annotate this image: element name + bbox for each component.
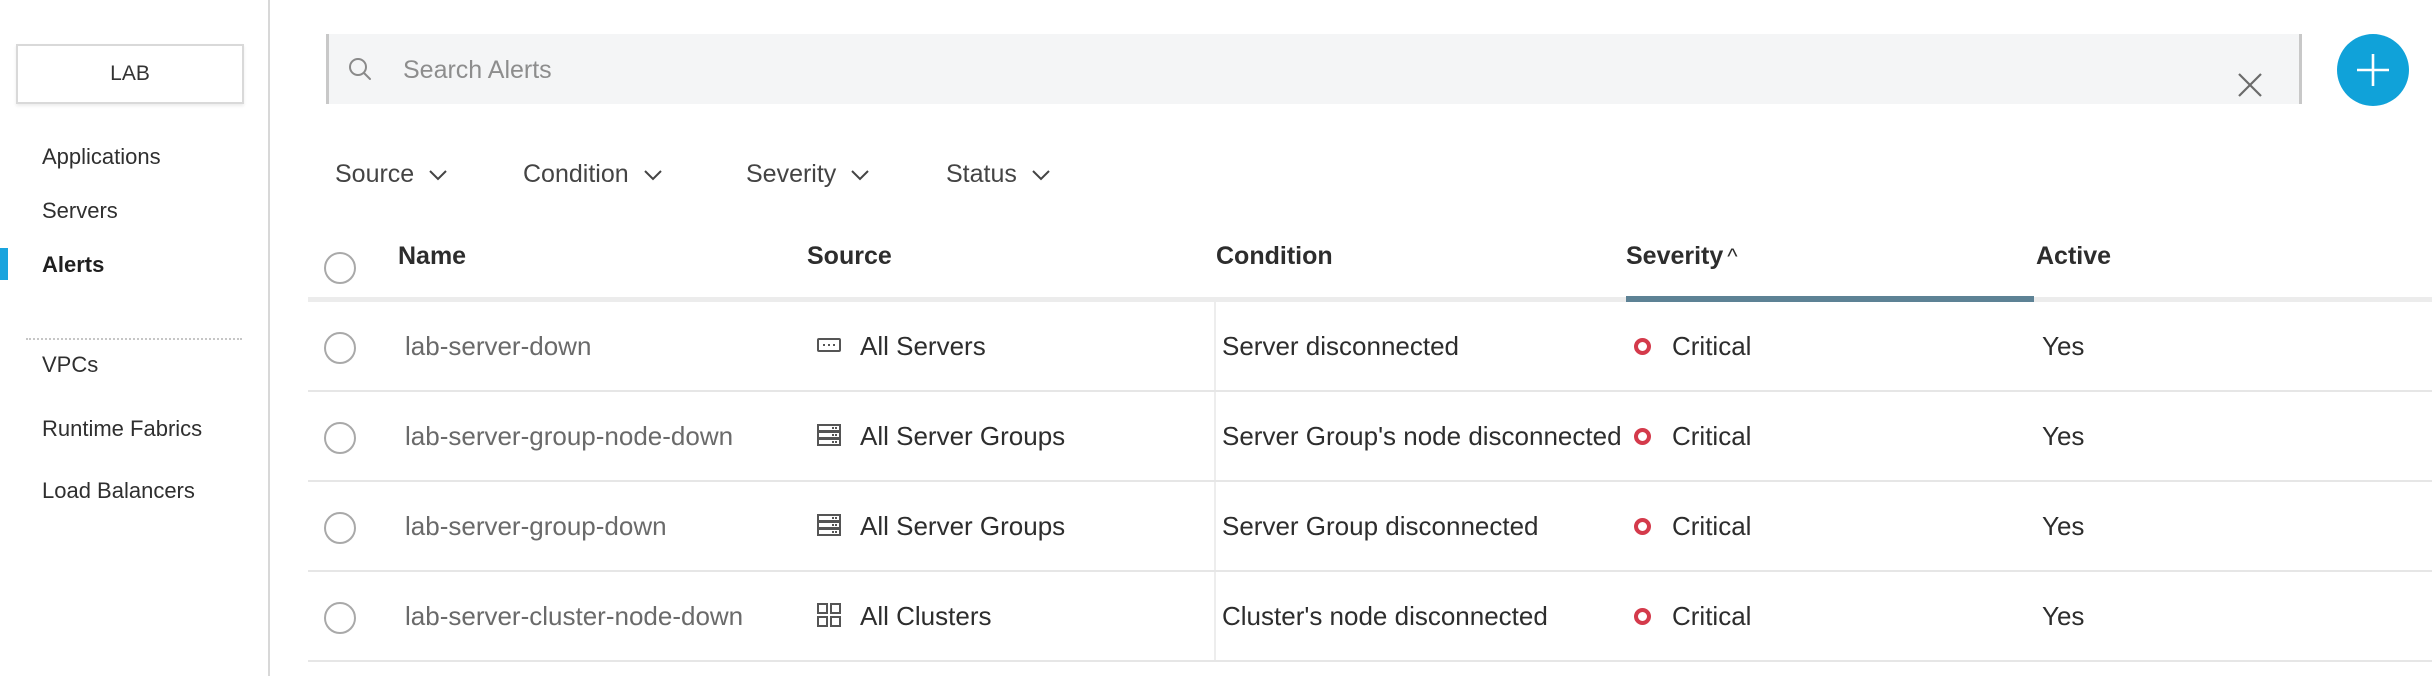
filter-status-label: Status — [946, 160, 1017, 188]
alert-source: All Clusters — [860, 601, 992, 631]
chevron-down-icon — [429, 169, 447, 180]
alert-severity: Critical — [1672, 421, 1752, 451]
sidebar-item-servers[interactable]: Servers — [42, 198, 118, 224]
sidebar-item-applications[interactable]: Applications — [42, 144, 161, 170]
alert-condition: Server Group's node disconnected — [1222, 421, 1622, 451]
table-row[interactable]: lab-server-cluster-node-down All Cluster… — [308, 572, 2432, 662]
search-icon — [349, 58, 371, 80]
table-row[interactable]: lab-server-down All Servers Server disco… — [308, 302, 2432, 392]
alert-name[interactable]: lab-server-group-down — [405, 482, 667, 570]
plus-icon — [2357, 54, 2389, 86]
sidebar-item-runtime-fabrics[interactable]: Runtime Fabrics — [42, 416, 202, 442]
cluster-icon — [817, 603, 841, 627]
environment-selector[interactable]: LAB — [16, 44, 244, 104]
row-checkbox[interactable] — [324, 602, 356, 634]
filter-source-label: Source — [335, 160, 415, 188]
search-input[interactable] — [401, 34, 2105, 106]
alert-active: Yes — [2042, 331, 2085, 361]
column-header-name[interactable]: Name — [398, 242, 466, 271]
table-header: Name Source Condition Severity ^ Active — [308, 230, 2432, 302]
alert-active: Yes — [2042, 511, 2085, 541]
severity-critical-icon — [1634, 338, 1651, 355]
severity-critical-icon — [1634, 608, 1651, 625]
close-icon[interactable] — [2237, 72, 2263, 98]
filter-status[interactable]: Status — [946, 160, 1051, 189]
sort-ascending-icon: ^ — [1727, 244, 1738, 269]
alert-active: Yes — [2042, 601, 2085, 631]
alert-condition: Cluster's node disconnected — [1222, 601, 1548, 631]
alert-severity: Critical — [1672, 601, 1752, 631]
filter-severity-label: Severity — [746, 160, 837, 188]
environment-label: LAB — [110, 62, 150, 85]
column-header-severity-label: Severity — [1626, 242, 1724, 270]
alert-name[interactable]: lab-server-down — [405, 302, 591, 390]
sidebar-item-vpcs[interactable]: VPCs — [42, 352, 98, 378]
add-alert-button[interactable] — [2337, 34, 2409, 106]
alert-condition: Server disconnected — [1222, 331, 1460, 361]
sidebar-item-load-balancers[interactable]: Load Balancers — [42, 478, 195, 504]
table-row[interactable]: lab-server-group-node-down All Server Gr… — [308, 392, 2432, 482]
column-header-source[interactable]: Source — [807, 242, 892, 271]
sidebar: LAB Applications Servers Alerts VPCs Run… — [0, 0, 270, 676]
filter-condition-label: Condition — [523, 160, 629, 188]
nav-divider — [26, 338, 242, 340]
chevron-down-icon — [1032, 169, 1050, 180]
chevron-down-icon — [851, 169, 870, 180]
active-nav-indicator — [0, 248, 8, 280]
server-icon — [817, 338, 841, 352]
alert-name[interactable]: lab-server-cluster-node-down — [405, 572, 743, 660]
row-checkbox[interactable] — [324, 422, 356, 454]
row-checkbox[interactable] — [324, 512, 356, 544]
alert-source: All Server Groups — [860, 421, 1066, 451]
table-row[interactable]: lab-server-group-down All Server Groups … — [308, 482, 2432, 572]
row-checkbox[interactable] — [324, 332, 356, 364]
select-all-checkbox[interactable] — [324, 252, 356, 284]
alert-condition: Server Group disconnected — [1222, 511, 1539, 541]
server-group-icon — [817, 424, 841, 446]
filter-condition[interactable]: Condition — [523, 160, 663, 189]
alert-source: All Server Groups — [860, 511, 1066, 541]
alert-name[interactable]: lab-server-group-node-down — [405, 392, 733, 480]
column-header-active[interactable]: Active — [2036, 242, 2111, 271]
alert-source: All Servers — [860, 331, 986, 361]
severity-critical-icon — [1634, 428, 1651, 445]
alert-active: Yes — [2042, 421, 2085, 451]
search-bar — [326, 34, 2302, 106]
sidebar-item-alerts[interactable]: Alerts — [42, 252, 104, 278]
alert-severity: Critical — [1672, 511, 1752, 541]
server-group-icon — [817, 514, 841, 536]
column-header-condition[interactable]: Condition — [1216, 242, 1333, 271]
filter-severity[interactable]: Severity — [746, 160, 870, 189]
chevron-down-icon — [643, 169, 662, 180]
alert-severity: Critical — [1672, 331, 1752, 361]
column-header-severity[interactable]: Severity ^ — [1626, 242, 1738, 271]
severity-critical-icon — [1634, 518, 1651, 535]
filter-source[interactable]: Source — [335, 160, 448, 189]
